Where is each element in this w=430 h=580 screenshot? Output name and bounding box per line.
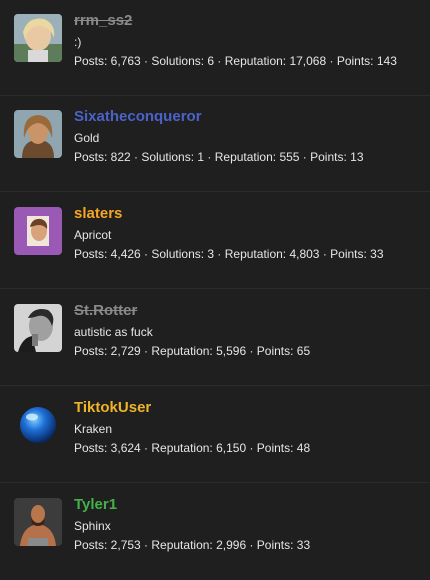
member-row: rrm_ss2 :) Posts: 6,763 · Solutions: 6 ·… [0, 0, 430, 96]
user-stats: Posts: 2,729 · Reputation: 5,596 · Point… [74, 344, 311, 358]
username-link[interactable]: Tyler1 [74, 496, 117, 514]
user-title: Gold [74, 131, 100, 145]
username-link[interactable]: St.Rotter [74, 302, 137, 320]
user-stats: Posts: 6,763 · Solutions: 6 · Reputation… [74, 54, 397, 68]
member-row: Sixatheconqueror Gold Posts: 822 · Solut… [0, 96, 430, 192]
member-row: slaters Apricot Posts: 4,426 · Solutions… [0, 193, 430, 289]
avatar-photo-icon [14, 14, 62, 62]
member-row: TiktokUser Kraken Posts: 3,624 · Reputat… [0, 387, 430, 483]
avatar[interactable] [14, 110, 62, 158]
member-row: St.Rotter autistic as fuck Posts: 2,729 … [0, 290, 430, 386]
user-title: Sphinx [74, 519, 111, 533]
username-link[interactable]: TiktokUser [74, 399, 151, 417]
blue-orb-icon [14, 401, 62, 449]
member-row: Tyler1 Sphinx Posts: 2,753 · Reputation:… [0, 484, 430, 580]
user-stats: Posts: 4,426 · Solutions: 3 · Reputation… [74, 247, 384, 261]
avatar-photo-icon [14, 110, 62, 158]
user-title: autistic as fuck [74, 325, 153, 339]
user-stats: Posts: 822 · Solutions: 1 · Reputation: … [74, 150, 364, 164]
member-list: rrm_ss2 :) Posts: 6,763 · Solutions: 6 ·… [0, 0, 430, 577]
avatar[interactable] [14, 14, 62, 62]
avatar[interactable] [14, 498, 62, 546]
username-link[interactable]: Sixatheconqueror [74, 108, 202, 126]
username-link[interactable]: rrm_ss2 [74, 12, 132, 30]
avatar[interactable] [14, 304, 62, 352]
username-link[interactable]: slaters [74, 205, 122, 223]
avatar-photo-icon [14, 498, 62, 546]
avatar[interactable] [14, 207, 62, 255]
user-stats: Posts: 2,753 · Reputation: 2,996 · Point… [74, 538, 311, 552]
avatar-photo-icon [14, 304, 62, 352]
avatar-photo-icon [14, 207, 62, 255]
avatar[interactable] [14, 401, 62, 449]
user-title: Kraken [74, 422, 113, 436]
user-stats: Posts: 3,624 · Reputation: 6,150 · Point… [74, 441, 311, 455]
user-title: Apricot [74, 228, 112, 242]
user-title: :) [74, 35, 82, 49]
